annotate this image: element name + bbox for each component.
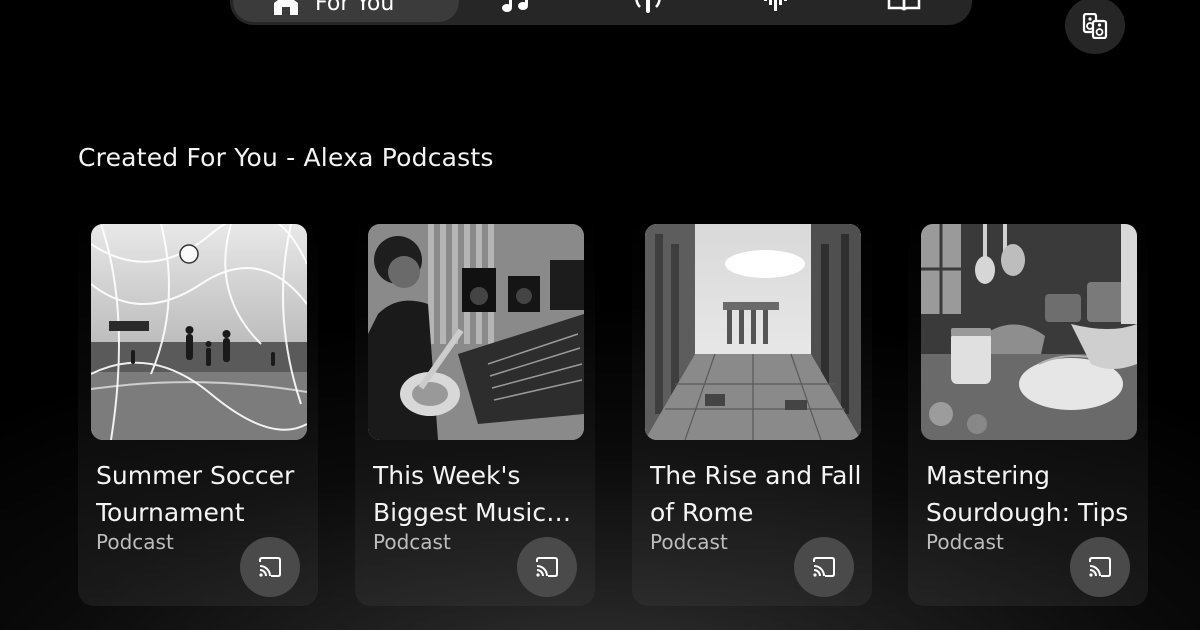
card-title: The Rise and Fall of Rome — [650, 461, 862, 527]
roman-ruins-image — [645, 224, 861, 440]
home-icon — [271, 0, 301, 15]
cast-button[interactable] — [1070, 537, 1130, 597]
card-title: Summer Soccer Tournament — [96, 461, 295, 527]
card-subtitle: Podcast — [650, 530, 728, 554]
music-note-icon — [500, 0, 532, 12]
top-nav-bar: For You — [230, 0, 972, 25]
cast-button[interactable] — [794, 537, 854, 597]
tab-podcasts[interactable] — [630, 0, 666, 27]
tab-for-you-label: For You — [315, 0, 395, 16]
tab-audiobooks[interactable] — [762, 0, 790, 27]
podcast-card[interactable]: Mastering Sourdough: Tips Podcast — [908, 214, 1148, 606]
cast-icon — [812, 557, 836, 577]
cast-button[interactable] — [517, 537, 577, 597]
tab-library[interactable] — [887, 0, 921, 27]
card-title: Mastering Sourdough: Tips — [926, 461, 1129, 527]
card-subtitle: Podcast — [926, 530, 1004, 554]
audio-waveform-icon — [762, 0, 790, 13]
card-title: This Week's Biggest Music News — [373, 461, 547, 527]
podcast-icon — [630, 0, 666, 13]
devices-button[interactable] — [1065, 0, 1125, 54]
sourdough-kitchen-image — [921, 224, 1137, 440]
section-title: Created For You - Alexa Podcasts — [78, 143, 494, 172]
cast-icon — [1088, 557, 1112, 577]
podcast-card[interactable]: The Rise and Fall of Rome Podcast — [632, 214, 872, 606]
podcast-card[interactable]: Summer Soccer Tournament Podcast — [78, 214, 318, 606]
tab-music[interactable] — [500, 0, 532, 27]
podcast-card[interactable]: This Week's Biggest Music News Podcast — [355, 214, 595, 606]
card-subtitle: Podcast — [96, 530, 174, 554]
card-subtitle: Podcast — [373, 530, 451, 554]
cast-button[interactable] — [240, 537, 300, 597]
speakers-icon — [1082, 12, 1108, 39]
tab-for-you[interactable]: For You — [233, 0, 459, 22]
soccer-net-goal-image — [91, 224, 307, 440]
book-icon — [887, 0, 921, 12]
cast-icon — [535, 557, 559, 577]
cast-icon — [258, 557, 282, 577]
guitarist-studio-image — [368, 224, 584, 440]
tab-for-you-content: For You — [271, 0, 394, 30]
